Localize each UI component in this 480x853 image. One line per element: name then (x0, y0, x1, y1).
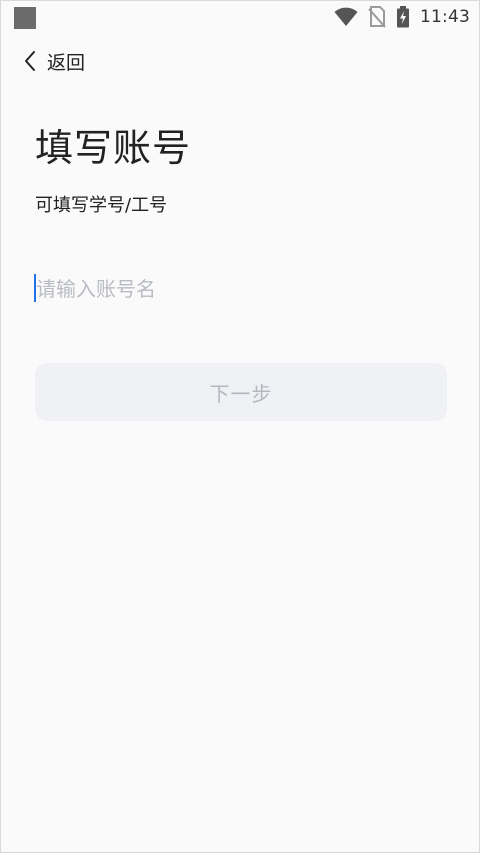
status-right-group: 11:43 (334, 5, 470, 29)
next-button-label: 下一步 (209, 383, 273, 406)
page-hint: 可填写学号/工号 (35, 195, 168, 216)
back-button[interactable]: 返回 (23, 47, 85, 75)
account-input[interactable] (33, 271, 448, 307)
notification-icon (14, 7, 36, 29)
next-button[interactable]: 下一步 (35, 363, 447, 421)
back-label: 返回 (47, 51, 86, 74)
no-sim-icon (368, 6, 386, 28)
battery-charging-icon (396, 6, 410, 28)
wifi-icon (334, 7, 358, 27)
page-title: 填写账号 (35, 126, 192, 170)
chevron-left-icon (23, 49, 37, 73)
text-caret (34, 274, 36, 302)
status-time: 11:43 (420, 7, 470, 27)
status-bar: 11:43 (1, 1, 479, 33)
account-input-wrapper (33, 271, 448, 307)
